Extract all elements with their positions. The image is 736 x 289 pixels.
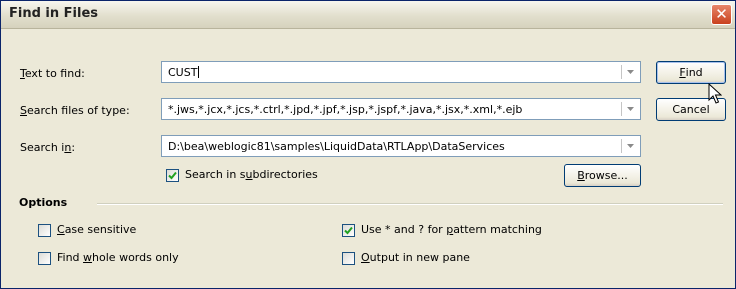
search-in-label: Search in:: [20, 141, 76, 154]
file-types-dropdown[interactable]: [622, 99, 640, 119]
whole-words-label[interactable]: Find whole words only: [57, 251, 179, 264]
find-button[interactable]: Find: [656, 61, 726, 84]
browse-button[interactable]: Browse...: [564, 164, 641, 187]
case-sensitive-checkbox[interactable]: [38, 224, 51, 237]
pattern-matching-label[interactable]: Use * and ? for pattern matching: [361, 223, 542, 236]
checkmark-icon: [168, 171, 177, 180]
whole-words-checkbox[interactable]: [38, 252, 51, 265]
checkmark-icon: [344, 226, 353, 235]
dialog-title: Find in Files: [9, 6, 99, 21]
title-bar[interactable]: Find in Files ✕: [1, 1, 735, 29]
search-in-dropdown[interactable]: [622, 136, 640, 156]
search-in-value[interactable]: D:\bea\weblogic81\samples\LiquidData\RTL…: [168, 140, 620, 153]
text-caret: [198, 66, 200, 78]
new-pane-checkbox[interactable]: [342, 252, 355, 265]
search-in-combo[interactable]: D:\bea\weblogic81\samples\LiquidData\RTL…: [161, 135, 641, 157]
options-heading: Options: [19, 196, 68, 209]
close-button[interactable]: ✕: [711, 4, 732, 25]
subdirectories-label[interactable]: Search in subdirectories: [185, 168, 318, 181]
mouse-pointer-icon: [708, 83, 722, 104]
subdirectories-checkbox[interactable]: [166, 169, 179, 182]
pattern-matching-checkbox[interactable]: [342, 224, 355, 237]
chevron-down-icon: [627, 144, 634, 148]
text-to-find-dropdown[interactable]: [622, 62, 640, 82]
chevron-down-icon: [627, 107, 634, 111]
case-sensitive-label[interactable]: Case sensitive: [57, 223, 136, 236]
text-to-find-input[interactable]: CUST: [168, 66, 200, 79]
text-to-find-label: Text to find:: [20, 67, 85, 80]
options-divider: [97, 203, 723, 205]
new-pane-label[interactable]: Output in new pane: [361, 251, 470, 264]
search-files-of-type-combo[interactable]: *.jws,*.jcx,*.jcs,*.ctrl,*.jpd,*.jpf,*.j…: [161, 98, 641, 120]
file-types-value[interactable]: *.jws,*.jcx,*.jcs,*.ctrl,*.jpd,*.jpf,*.j…: [168, 103, 620, 116]
text-to-find-combo[interactable]: CUST: [161, 61, 641, 83]
search-files-of-type-label: Search files of type:: [20, 104, 130, 117]
find-in-files-dialog: Find in Files ✕ Text to find: CUST Searc…: [0, 0, 736, 289]
chevron-down-icon: [627, 70, 634, 74]
close-icon: ✕: [715, 5, 728, 23]
